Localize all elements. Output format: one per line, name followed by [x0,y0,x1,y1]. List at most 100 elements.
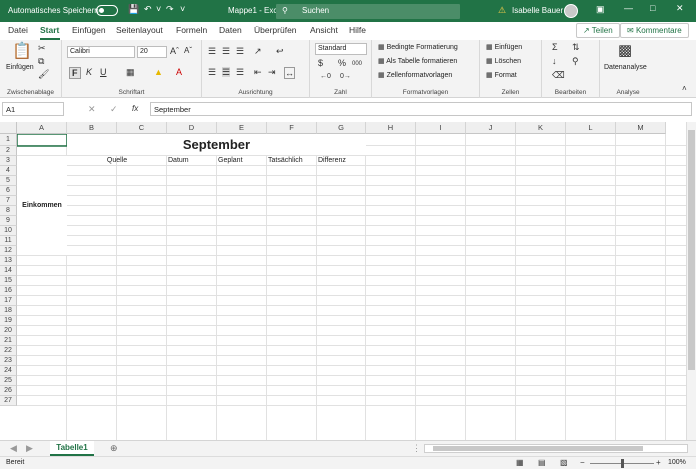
tab-seitenlayout[interactable]: Seitenlayout [116,25,163,35]
autosave-toggle[interactable] [96,5,118,16]
tab-datei[interactable]: Datei [8,25,28,35]
column-header-d[interactable]: D [167,122,217,134]
vertical-scrollbar[interactable] [686,122,696,440]
currency-icon[interactable]: $ [318,58,323,68]
italic-button[interactable]: K [86,67,92,77]
sheet-tab-tabelle1[interactable]: Tabelle1 [50,441,94,456]
row-header-25[interactable]: 25 [0,376,17,386]
confirm-entry-icon[interactable]: ✓ [110,104,118,114]
row-header-2[interactable]: 2 [0,146,17,156]
column-header-f[interactable]: F [267,122,317,134]
column-header-a[interactable]: A [17,122,67,134]
autosum-icon[interactable]: Σ [552,42,558,52]
decrease-indent-icon[interactable]: ⇤ [254,67,262,77]
underline-button[interactable]: U [100,67,107,77]
row-header-14[interactable]: 14 [0,266,17,276]
save-icon[interactable]: 💾 [128,4,139,15]
column-header-j[interactable]: J [466,122,516,134]
next-sheet-icon[interactable]: ▶ [26,443,33,453]
cell-header-geplant[interactable]: Geplant [218,157,243,164]
horizontal-scroll-thumb[interactable] [433,446,643,451]
user-name[interactable]: Isabelle Bauer [512,6,563,15]
normal-view-icon[interactable]: ▦ [516,458,524,468]
align-right-icon[interactable]: ☰ [236,67,244,77]
cancel-entry-icon[interactable]: ✕ [88,104,96,114]
number-format-select[interactable]: Standard [315,43,367,55]
warning-icon[interactable]: ⚠ [498,5,506,16]
wrap-text-icon[interactable]: ↩ [276,46,284,56]
format-as-table-button[interactable]: ▦ Als Tabelle formatieren [378,57,457,65]
page-break-view-icon[interactable]: ▧ [560,458,568,468]
increase-indent-icon[interactable]: ⇥ [268,67,276,77]
close-icon[interactable]: ✕ [676,3,684,14]
redo-icon[interactable]: ↷ [166,4,174,15]
fill-icon[interactable]: ↓ [552,56,557,66]
align-left-icon[interactable]: ☰ [208,67,216,77]
ribbon-display-icon[interactable]: ▣ [596,4,605,15]
tab-hilfe[interactable]: Hilfe [349,25,366,35]
data-analysis-button[interactable]: Datenanalyse [604,64,647,71]
conditional-formatting-button[interactable]: ▦ Bedingte Formatierung [378,43,458,51]
paste-button[interactable]: Einfügen [6,64,34,71]
fill-color-icon[interactable]: ▲ [154,67,163,77]
row-header-19[interactable]: 19 [0,316,17,326]
merge-center-icon[interactable]: ↔ [284,67,295,79]
format-painter-icon[interactable]: 🖌 [38,69,49,79]
column-header-i[interactable]: I [416,122,466,134]
row-header-24[interactable]: 24 [0,366,17,376]
collapse-ribbon-icon[interactable]: ˄ [682,84,687,94]
decrease-font-icon[interactable]: Aˇ [184,46,192,56]
tab-einfuegen[interactable]: Einfügen [72,25,106,35]
row-header-16[interactable]: 16 [0,286,17,296]
cell-header-tatsaechlich[interactable]: Tatsächlich [268,157,303,164]
new-sheet-icon[interactable]: ⊕ [110,443,118,453]
vertical-scroll-thumb[interactable] [688,130,695,370]
format-cells-button[interactable]: ▦ Format [486,71,517,79]
insert-function-icon[interactable]: fx [132,104,138,114]
font-name-select[interactable]: Calibri [67,46,135,58]
formula-input[interactable]: September [150,102,692,116]
undo-icon[interactable]: ↶ [144,4,152,15]
percent-icon[interactable]: % [338,58,346,68]
row-header-10[interactable]: 10 [0,226,17,236]
undo-dropdown-icon[interactable]: ˅ [156,4,161,14]
row-header-23[interactable]: 23 [0,356,17,366]
column-header-e[interactable]: E [217,122,267,134]
row-header-5[interactable]: 5 [0,176,17,186]
delete-cells-button[interactable]: ▦ Löschen [486,57,521,65]
row-header-4[interactable]: 4 [0,166,17,176]
row-header-8[interactable]: 8 [0,206,17,216]
zoom-in-icon[interactable]: + [656,458,661,468]
cell-header-datum[interactable]: Datum [168,157,189,164]
increase-decimal-icon[interactable]: ←0 [320,72,331,82]
row-header-6[interactable]: 6 [0,186,17,196]
column-header-m[interactable]: M [616,122,666,134]
tab-ansicht[interactable]: Ansicht [310,25,338,35]
zoom-slider-thumb[interactable] [621,459,624,468]
copy-icon[interactable]: ⧉ [38,56,44,66]
row-header-22[interactable]: 22 [0,346,17,356]
thousands-separator-icon[interactable]: 000 [352,59,362,69]
avatar[interactable] [564,4,578,18]
increase-font-icon[interactable]: Aˆ [170,46,179,56]
bold-button[interactable]: F [69,67,81,79]
minimize-icon[interactable]: — [624,3,633,13]
column-header-l[interactable]: L [566,122,616,134]
tab-formeln[interactable]: Formeln [176,25,207,35]
cell-row-label[interactable]: Einkommen [17,156,67,255]
tab-splitter-icon[interactable]: ⋮ [412,443,421,453]
row-header-17[interactable]: 17 [0,296,17,306]
row-header-7[interactable]: 7 [0,196,17,206]
row-header-21[interactable]: 21 [0,336,17,346]
column-header-c[interactable]: C [117,122,167,134]
zoom-out-icon[interactable]: − [580,458,585,468]
cell-header-differenz[interactable]: Differenz [318,157,346,164]
tab-daten[interactable]: Daten [219,25,242,35]
decrease-decimal-icon[interactable]: 0→ [340,72,351,82]
column-header-h[interactable]: H [366,122,416,134]
maximize-icon[interactable]: □ [650,3,655,13]
data-analysis-icon[interactable]: ▩ [618,43,632,58]
customize-toolbar-icon[interactable]: ˅ [180,4,185,14]
column-header-g[interactable]: G [317,122,366,134]
paste-icon[interactable]: 📋 [12,44,32,60]
